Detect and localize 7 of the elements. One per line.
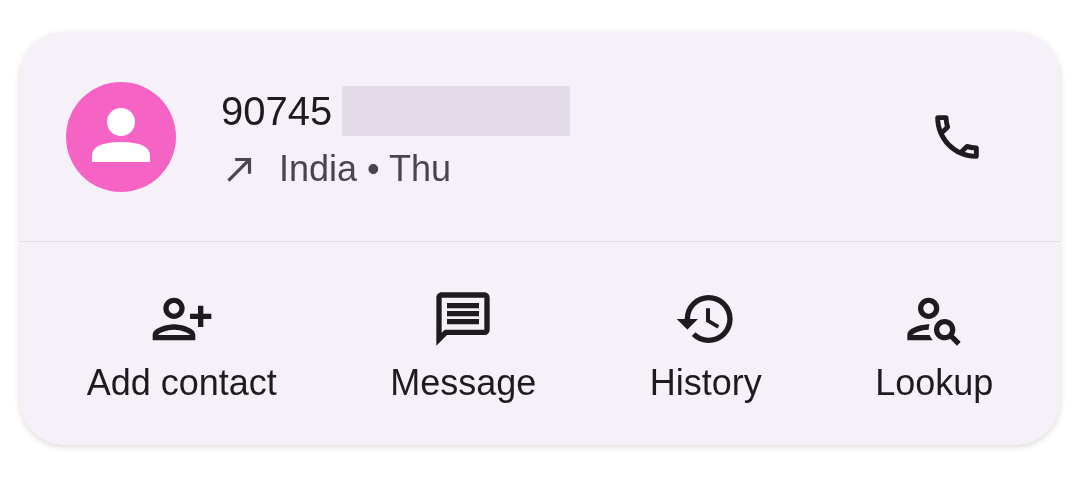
action-button[interactable]: Lookup: [867, 286, 1002, 401]
call-details: India • Thu: [279, 150, 452, 187]
phone-number: 90745: [221, 90, 333, 131]
avatar-icon: [66, 81, 176, 192]
action-button[interactable]: Add contact: [78, 286, 285, 401]
action-button[interactable]: History: [641, 286, 770, 401]
action-button[interactable]: Message: [382, 286, 545, 401]
